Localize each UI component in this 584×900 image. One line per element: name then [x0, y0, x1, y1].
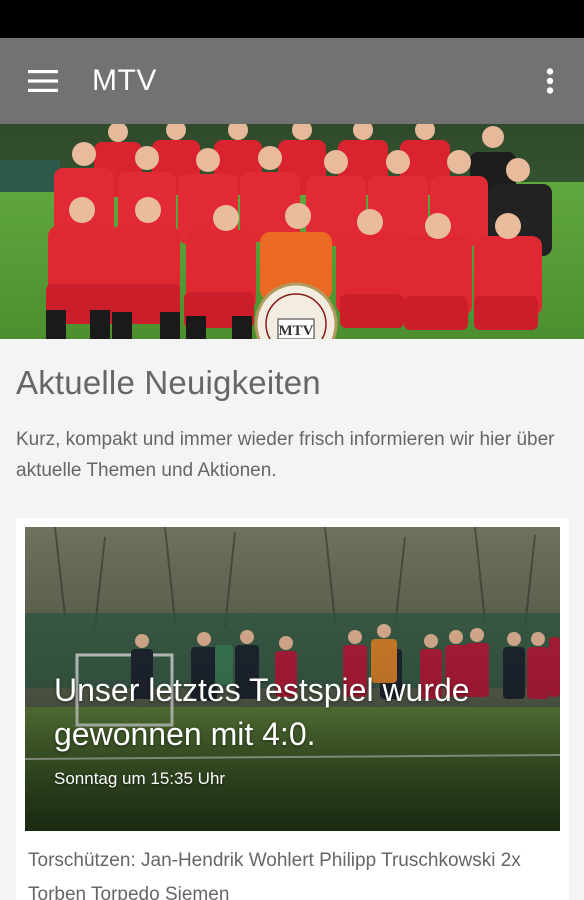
news-body: Torschützen: Jan-Hendrik Wohlert Philipp…	[28, 850, 521, 900]
app-bar: MTV	[0, 38, 584, 124]
section-title: Aktuelle Neuigkeiten	[16, 364, 321, 401]
svg-text:MTV: MTV	[279, 323, 314, 339]
section-description: Kurz, kompakt und immer wieder frisch in…	[16, 429, 555, 481]
news-card[interactable]: Unser letztes Testspiel wurde gewonnen m…	[16, 518, 569, 900]
status-bar	[0, 0, 584, 38]
more-vert-icon	[546, 68, 554, 94]
news-headline[interactable]: Unser letztes Testspiel wurde gewonnen m…	[54, 668, 544, 756]
news-date: Sonntag um 15:35 Uhr	[54, 769, 226, 788]
hamburger-menu-icon	[28, 70, 58, 92]
overflow-menu-button[interactable]	[528, 59, 572, 103]
app-title: MTV	[92, 64, 157, 97]
menu-button[interactable]	[0, 38, 86, 124]
team-photo: MTV	[0, 124, 584, 339]
